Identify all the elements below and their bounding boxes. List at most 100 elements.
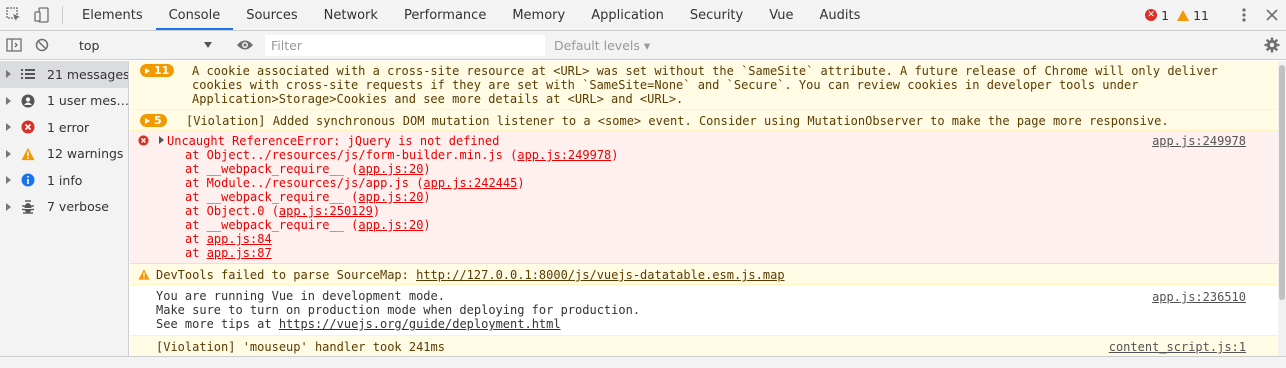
content-script-source-link[interactable]: content_script.js:1 [1109,340,1246,354]
error-source-link[interactable]: app.js:249978 [1152,134,1246,148]
error-count-icon: ✕ [1145,9,1158,21]
tab-vue[interactable]: Vue [756,0,806,30]
sidebar-item-verbose[interactable]: 7 verbose [0,194,128,221]
expand-arrow-icon [6,123,11,132]
stack-frame: at __webpack_require__ (app.js:20) [185,162,431,176]
tab-console[interactable]: Console [155,0,234,30]
error-icon [138,135,149,149]
tab-performance[interactable]: Performance [391,0,499,30]
sourcemap-link[interactable]: http://127.0.0.1:8000/js/vuejs-datatable… [416,268,784,282]
message-text: [Violation] Added synchronous DOM mutati… [186,114,1169,128]
sidebar-item-label: 1 user mes… [47,93,128,109]
sidebar-item-warnings[interactable]: 12 warnings [0,141,128,168]
close-devtools-icon[interactable] [1258,9,1286,21]
mouseup-violation-message[interactable]: [Violation] 'mouseup' handler took 241ms… [130,336,1278,356]
sidebar-item-messages[interactable]: 21 messages [0,61,128,88]
context-selector[interactable]: top [73,35,218,56]
stack-frame: at Module../resources/js/app.js (app.js:… [185,176,525,190]
sidebar-item-label: 7 verbose [47,199,109,215]
message-line: You are running Vue in development mode. [156,289,445,303]
scrollbar-thumb[interactable] [1279,65,1285,300]
stack-frame-link[interactable]: app.js:84 [207,232,272,246]
sidebar-item-errors[interactable]: 1 error [0,114,128,141]
stack-frame-link[interactable]: app.js:20 [358,162,423,176]
bug-icon [21,200,35,214]
stack-frame: at __webpack_require__ (app.js:20) [185,190,431,204]
message-line: Make sure to turn on production mode whe… [156,303,641,317]
sourcemap-warning-message[interactable]: DevTools failed to parse SourceMap: http… [130,264,1278,285]
stack-frame-link[interactable]: app.js:20 [358,218,423,232]
vue-docs-link[interactable]: https://vuejs.org/guide/deployment.html [279,317,561,331]
message-line: Application>Storage>Cookies and see more… [192,92,684,106]
vertical-scrollbar[interactable] [1278,61,1286,356]
stack-frame-link[interactable]: app.js:250129 [279,204,373,218]
tab-elements[interactable]: Elements [69,0,156,30]
warning-icon [138,269,150,283]
message-line: See more tips at https://vuejs.org/guide… [156,317,561,331]
info-icon [21,173,35,187]
show-sidebar-icon[interactable] [0,38,28,52]
stack-frame: at Object../resources/js/form-builder.mi… [185,148,619,162]
stack-frame-link[interactable]: app.js:242445 [423,176,517,190]
message-text: DevTools failed to parse SourceMap: [156,268,417,282]
stack-frame-link[interactable]: app.js:249978 [517,148,611,162]
devtools-tabbar: Elements Console Sources Network Perform… [0,0,1286,31]
tab-memory[interactable]: Memory [499,0,578,30]
context-value: top [79,37,100,53]
console-messages: 11 A cookie associated with a cross-site… [130,61,1278,356]
message-line: cookies with cross-site requests if they… [192,78,1139,92]
error-icon [21,120,35,134]
sidebar-item-label: 12 warnings [47,146,124,162]
dropdown-arrow-icon [204,42,212,48]
stack-frame-link[interactable]: app.js:20 [358,190,423,204]
user-icon [21,94,35,108]
violation-message[interactable]: 5 [Violation] Added synchronous DOM muta… [130,110,1278,131]
expand-arrow-icon [6,96,11,105]
device-toolbar-icon[interactable] [28,0,56,30]
error-count[interactable]: 1 [1161,8,1169,23]
stack-frame-link[interactable]: app.js:87 [207,246,272,260]
default-levels-dropdown[interactable]: Default levels ▾ [554,38,650,53]
error-title: Uncaught ReferenceError: jQuery is not d… [167,134,500,148]
stack-frame: at __webpack_require__ (app.js:20) [185,218,431,232]
repeat-count-badge: 11 [140,64,175,77]
tab-security[interactable]: Security [677,0,756,30]
stack-frame: at app.js:84 [185,232,272,246]
warning-count-icon [1177,9,1190,21]
expand-arrow-icon [6,202,11,211]
error-message[interactable]: Uncaught ReferenceError: jQuery is not d… [130,131,1278,264]
sidebar-item-info[interactable]: 1 info [0,167,128,194]
sidebar-item-label: 1 error [47,119,90,135]
vue-dev-mode-message[interactable]: You are running Vue in development mode.… [130,285,1278,336]
eye-icon[interactable] [231,39,259,51]
stack-frame: at Object.0 (app.js:250129) [185,204,381,218]
tab-audits[interactable]: Audits [806,0,873,30]
toolbar-divider [62,6,63,24]
console-prompt-bar [0,356,1286,368]
stack-frame: at app.js:87 [185,246,272,260]
sidebar-item-label: 1 info [47,172,83,188]
list-icon [21,67,35,81]
sidebar-item-label: 21 messages [47,66,128,82]
vue-source-link[interactable]: app.js:236510 [1152,290,1246,304]
filter-input[interactable]: Filter [265,34,545,56]
expand-arrow-icon [6,70,11,79]
expand-arrow-icon [6,176,11,185]
tab-sources[interactable]: Sources [233,0,310,30]
warning-count[interactable]: 11 [1193,8,1209,23]
settings-gear-icon[interactable] [1258,37,1286,53]
inspect-element-icon[interactable] [0,0,28,30]
console-sidebar: 21 messages 1 user mes… 1 error 12 warni… [0,61,129,356]
warning-icon [21,147,35,161]
message-line: A cookie associated with a cross-site re… [192,64,1218,78]
tab-application[interactable]: Application [578,0,677,30]
expand-arrow-icon [6,149,11,158]
sidebar-item-user-messages[interactable]: 1 user mes… [0,88,128,115]
cookie-warning-message[interactable]: 11 A cookie associated with a cross-site… [130,61,1278,110]
tab-network[interactable]: Network [311,0,391,30]
repeat-count-badge: 5 [140,114,167,127]
clear-console-icon[interactable] [28,38,56,52]
more-options-icon[interactable] [1230,8,1258,22]
expand-triangle-icon[interactable] [159,136,164,144]
message-text: [Violation] 'mouseup' handler took 241ms [156,340,445,354]
